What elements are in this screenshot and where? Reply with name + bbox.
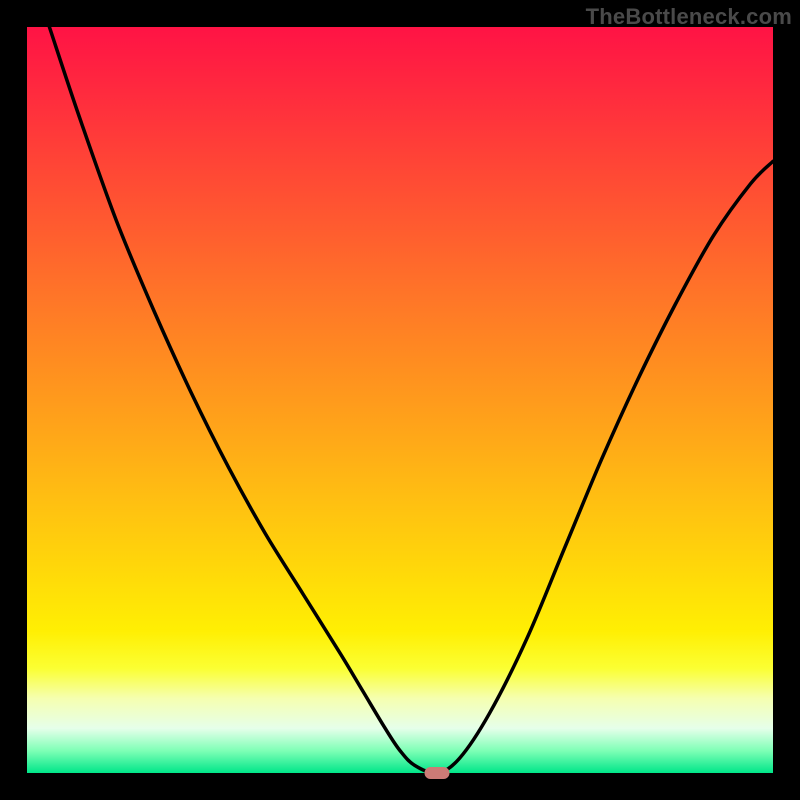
curve-svg [27, 27, 773, 773]
plot-area [27, 27, 773, 773]
bottleneck-curve [49, 27, 773, 773]
optimal-marker [425, 767, 450, 779]
chart-frame: TheBottleneck.com [0, 0, 800, 800]
